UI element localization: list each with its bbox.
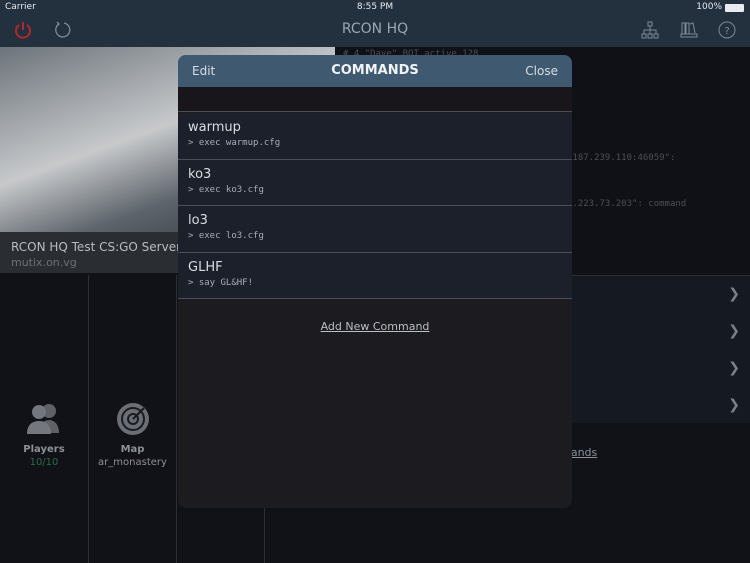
clock: 8:55 PM — [356, 2, 394, 12]
modal-header: COMMANDS Edit Close — [178, 55, 572, 87]
commands-modal: COMMANDS Edit Close warmup > exec warmup.… — [178, 55, 572, 508]
library-icon[interactable] — [679, 20, 699, 40]
chevron-right-icon: ❯ — [728, 360, 740, 376]
modal-spacer — [178, 87, 572, 112]
power-icon[interactable] — [13, 20, 33, 40]
command-name: warmup — [188, 120, 241, 135]
radar-icon — [117, 403, 149, 435]
chevron-right-icon: ❯ — [728, 397, 740, 413]
command-name: ko3 — [188, 166, 212, 182]
command-name: lo3 — [188, 213, 208, 228]
command-exec: > exec ko3.cfg — [188, 184, 264, 195]
help-icon[interactable]: ? — [717, 20, 737, 40]
players-label: Players — [23, 444, 65, 455]
log-line: 8.223.73.203": command — [567, 199, 687, 209]
command-exec: > say GL&HF! — [188, 277, 254, 288]
command-row[interactable]: GLHF > say GL&HF! — [178, 252, 572, 299]
edit-button[interactable]: Edit — [192, 64, 215, 78]
map-tile[interactable]: Map ar_monastery — [89, 275, 177, 563]
command-row[interactable]: lo3 > exec lo3.cfg — [178, 206, 572, 253]
map-label: Map — [120, 444, 145, 455]
battery-icon — [725, 4, 744, 12]
network-icon[interactable] — [640, 20, 660, 40]
server-host: mutix.on.vg — [11, 256, 77, 269]
command-row[interactable]: warmup > exec warmup.cfg — [178, 113, 572, 160]
add-new-command-link[interactable]: Add New Command — [178, 320, 572, 333]
players-tile[interactable]: Players 10/10 — [0, 275, 89, 563]
chevron-right-icon: ❯ — [728, 286, 740, 302]
modal-title: COMMANDS — [331, 63, 419, 78]
players-icon — [27, 404, 59, 434]
command-name: GLHF — [188, 259, 223, 275]
log-line: .187.239.110:46059": — [567, 153, 676, 163]
app-title: RCON HQ — [341, 21, 409, 37]
command-exec: > exec warmup.cfg — [188, 138, 281, 148]
server-name: RCON HQ Test CS:GO Server — [11, 240, 182, 254]
refresh-icon[interactable] — [53, 20, 73, 40]
command-exec: > exec lo3.cfg — [188, 231, 264, 241]
map-name: ar_monastery — [98, 457, 167, 468]
svg-text:?: ? — [724, 26, 729, 37]
chevron-right-icon: ❯ — [728, 323, 740, 339]
close-button[interactable]: Close — [525, 64, 558, 78]
battery-label: 100% — [696, 2, 722, 12]
players-count: 10/10 — [29, 457, 59, 468]
command-row[interactable]: ko3 > exec ko3.cfg — [178, 159, 572, 206]
